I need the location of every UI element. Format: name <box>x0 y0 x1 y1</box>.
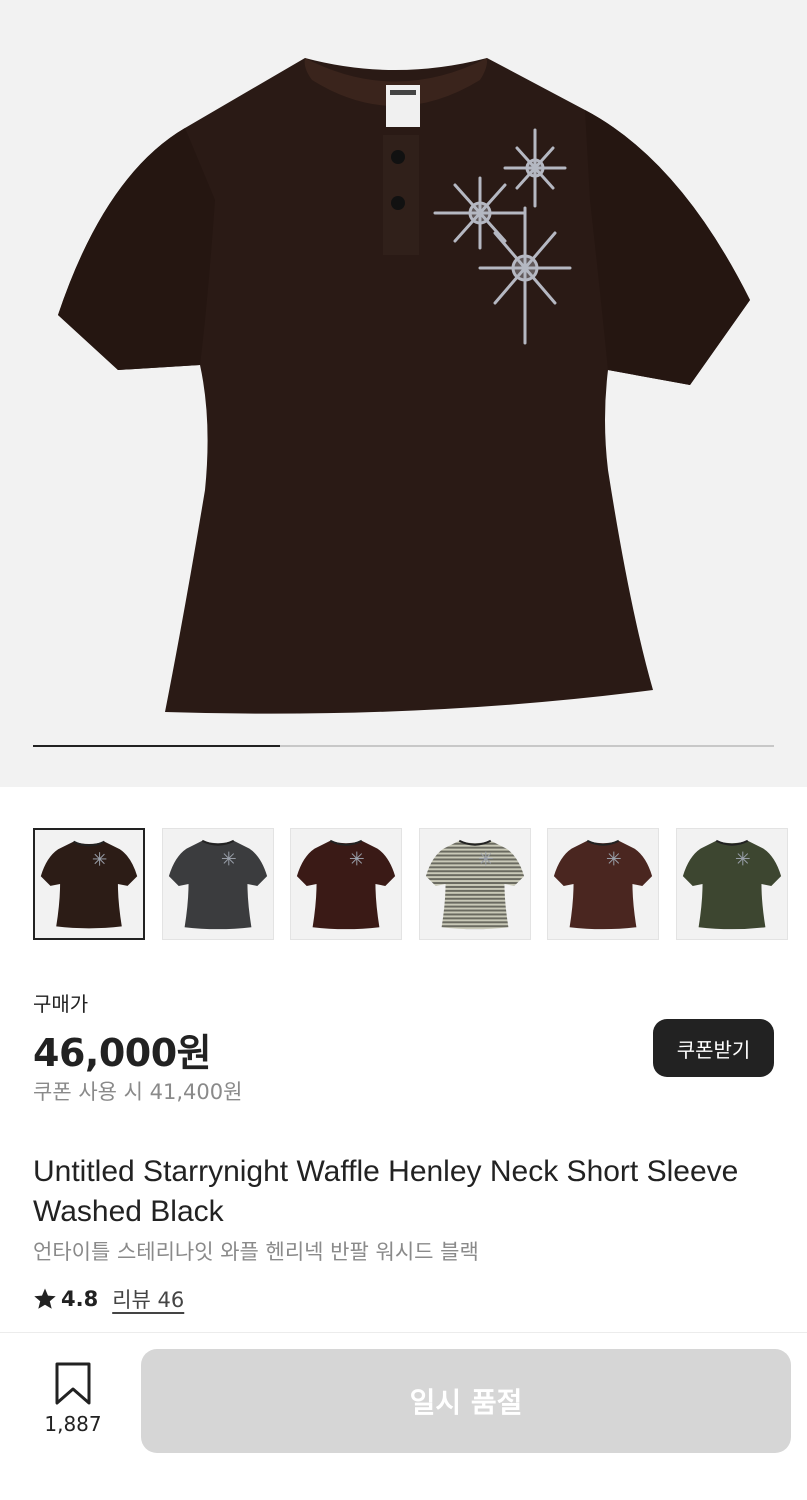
product-image <box>58 58 750 714</box>
rating-value: 4.8 <box>61 1287 99 1311</box>
review-link[interactable]: 리뷰 46 <box>112 1284 184 1314</box>
color-thumbnail-strip[interactable] <box>33 828 807 940</box>
soldout-button[interactable]: 일시 품절 <box>141 1349 791 1453</box>
bottom-bar-divider <box>0 1332 807 1333</box>
coupon-button[interactable]: 쿠폰받기 <box>653 1019 774 1077</box>
bookmark-count: 1,887 <box>44 1412 102 1436</box>
product-title: Untitled Starrynight Waffle Henley Neck … <box>33 1155 739 1228</box>
thumbnail-shirt-image <box>425 839 524 930</box>
price-value: 46,000원 <box>33 1031 212 1075</box>
star-icon <box>34 1288 56 1309</box>
thumbnail-shirt-image <box>168 839 267 930</box>
bookmark-button[interactable]: 1,887 <box>33 1362 113 1442</box>
rating-row: 4.8 리뷰 46 <box>33 1284 184 1314</box>
gallery-progress-bar <box>33 745 774 747</box>
gallery-progress-fill <box>33 745 280 747</box>
thumbnail-shirt-image <box>553 839 653 930</box>
color-thumbnail[interactable] <box>290 828 402 940</box>
color-thumbnail[interactable] <box>547 828 659 940</box>
product-subtitle: 언타이틀 스테리나잇 와플 헨리넥 반팔 워시드 블랙 <box>33 1240 479 1264</box>
color-thumbnail[interactable] <box>33 828 145 940</box>
thumbnail-shirt-image <box>40 840 138 929</box>
color-thumbnail[interactable] <box>675 828 788 940</box>
price-label: 구매가 <box>33 992 89 1016</box>
color-thumbnail[interactable] <box>161 828 274 940</box>
bookmark-icon <box>55 1362 91 1405</box>
product-image-gallery[interactable] <box>0 0 807 787</box>
color-thumbnail[interactable] <box>418 828 531 940</box>
coupon-price: 쿠폰 사용 시 41,400원 <box>33 1080 243 1104</box>
thumbnail-shirt-image <box>296 839 396 930</box>
thumbnail-shirt-image <box>682 839 781 930</box>
